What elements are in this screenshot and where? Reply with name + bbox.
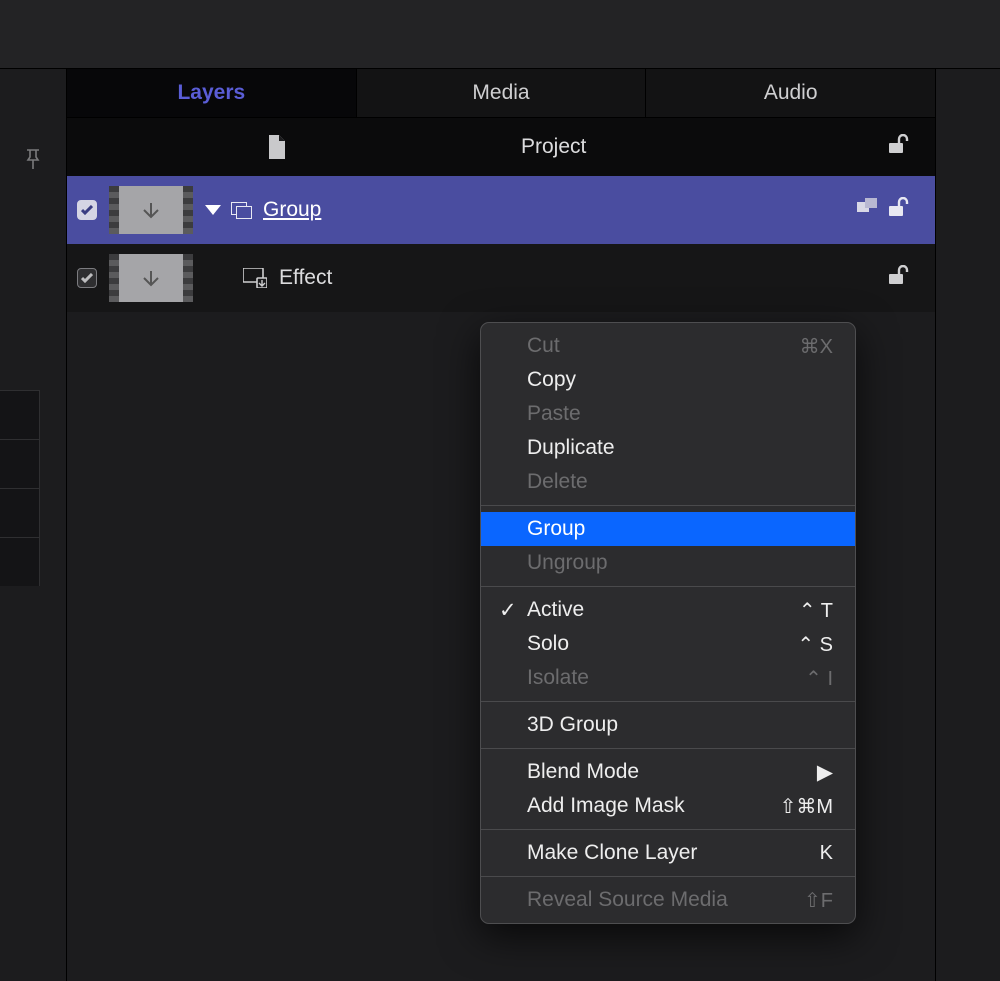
checkmark-icon: ✓ <box>499 598 517 623</box>
context-menu: Cut⌘X Copy Paste Duplicate Delete Group … <box>480 322 856 924</box>
menu-isolate: Isolate⌃ I <box>481 661 855 695</box>
menu-duplicate[interactable]: Duplicate <box>481 431 855 465</box>
row-label: Group <box>263 198 321 222</box>
menu-add-image-mask[interactable]: Add Image Mask⇧⌘M <box>481 789 855 823</box>
tab-media[interactable]: Media <box>357 69 647 117</box>
app-toolbar <box>0 0 1000 69</box>
menu-group[interactable]: Group <box>481 512 855 546</box>
menu-solo[interactable]: Solo⌃ S <box>481 627 855 661</box>
tab-label: Layers <box>177 81 245 105</box>
menu-separator <box>481 876 855 877</box>
menu-separator <box>481 829 855 830</box>
menu-separator <box>481 505 855 506</box>
pin-icon[interactable] <box>23 147 43 176</box>
unlock-icon[interactable] <box>889 134 911 160</box>
tab-label: Media <box>472 81 529 105</box>
inspector-stub <box>0 390 40 590</box>
effect-source-icon <box>243 268 267 288</box>
menu-paste: Paste <box>481 397 855 431</box>
tab-audio[interactable]: Audio <box>646 69 935 117</box>
unlock-icon[interactable] <box>889 265 911 291</box>
row-label: Project <box>521 135 586 159</box>
visibility-checkbox[interactable] <box>77 268 97 288</box>
menu-ungroup: Ungroup <box>481 546 855 580</box>
right-gutter <box>935 69 1000 981</box>
layer-thumbnail <box>109 186 193 234</box>
menu-3d-group[interactable]: 3D Group <box>481 708 855 742</box>
menu-cut: Cut⌘X <box>481 329 855 363</box>
menu-active[interactable]: ✓Active⌃ T <box>481 593 855 627</box>
visibility-checkbox[interactable] <box>77 200 97 220</box>
menu-separator <box>481 586 855 587</box>
menu-delete: Delete <box>481 465 855 499</box>
tab-layers[interactable]: Layers <box>67 69 357 117</box>
menu-reveal-source-media: Reveal Source Media⇧F <box>481 883 855 917</box>
project-icon <box>267 135 287 159</box>
disclosure-triangle-icon[interactable] <box>205 205 221 215</box>
unlock-icon[interactable] <box>889 197 911 223</box>
menu-separator <box>481 701 855 702</box>
menu-copy[interactable]: Copy <box>481 363 855 397</box>
row-effect[interactable]: Effect <box>67 244 935 312</box>
submenu-arrow-icon: ▶ <box>817 760 833 785</box>
row-group[interactable]: Group <box>67 176 935 244</box>
menu-make-clone-layer[interactable]: Make Clone LayerK <box>481 836 855 870</box>
panel-tabs: Layers Media Audio <box>67 69 935 118</box>
group-icon <box>231 202 251 218</box>
layers-panel: Layers Media Audio Project <box>67 69 935 981</box>
menu-separator <box>481 748 855 749</box>
tab-label: Audio <box>764 81 818 105</box>
row-project[interactable]: Project <box>67 118 935 176</box>
menu-blend-mode[interactable]: Blend Mode▶ <box>481 755 855 789</box>
layer-2d-icon[interactable] <box>857 198 879 222</box>
row-label: Effect <box>279 266 332 290</box>
layer-rows: Project Group <box>67 118 935 312</box>
layer-thumbnail <box>109 254 193 302</box>
